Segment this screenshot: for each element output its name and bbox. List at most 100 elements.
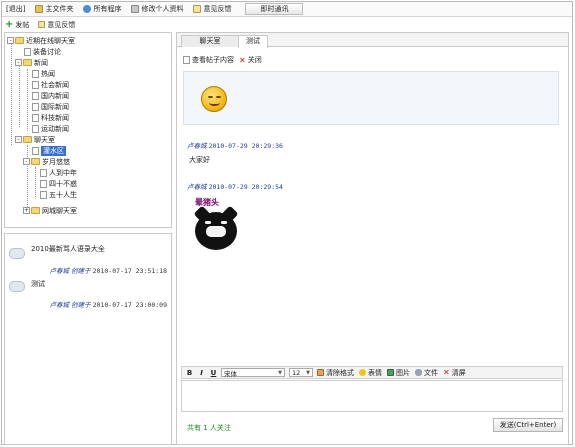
app-window: [退出] 主文件夹 所有程序 修改个人资料 意见反馈 即时通讯 + 发帖 意见反馈… bbox=[1, 1, 573, 445]
expand-icon[interactable]: + bbox=[23, 207, 30, 214]
size-select[interactable]: 12 ▼ bbox=[289, 368, 313, 377]
main-folder-button[interactable]: 主文件夹 bbox=[31, 3, 77, 16]
top-menu-bar: [退出] 主文件夹 所有程序 修改个人资料 意见反馈 即时通讯 bbox=[2, 2, 572, 17]
tree-item-chatroom-0[interactable]: 灌水区 bbox=[32, 145, 66, 156]
collapse-icon[interactable]: - bbox=[15, 59, 22, 66]
post-author[interactable]: 卢春城 bbox=[49, 301, 69, 309]
tab-test[interactable]: 测试 bbox=[238, 35, 268, 48]
main-folder-label: 主文件夹 bbox=[45, 5, 74, 13]
message-header: 卢春城 2010-07-29 20:29:36 bbox=[187, 140, 283, 150]
message-date: 2010-07-29 20:29:54 bbox=[208, 183, 283, 191]
tree-item-news[interactable]: - 新闻 bbox=[15, 57, 48, 68]
clear-format-button[interactable]: 清除格式 bbox=[317, 368, 354, 378]
post-date: 2010-07-17 23:51:18 bbox=[92, 267, 167, 275]
size-value: 12 bbox=[292, 368, 301, 377]
tab-label: 测试 bbox=[246, 37, 260, 45]
all-programs-label: 所有程序 bbox=[93, 5, 122, 13]
message-author[interactable]: 卢春城 bbox=[187, 142, 207, 150]
post-author[interactable]: 卢春城 bbox=[49, 267, 69, 275]
feedback-sub-button[interactable]: 意见反馈 bbox=[35, 20, 78, 30]
close-icon[interactable]: ✕ bbox=[239, 56, 246, 65]
file-label: 文件 bbox=[424, 368, 438, 377]
folder-icon bbox=[23, 136, 32, 143]
chat-panel: 聊天室 测试 查看帖子内容 ✕ 关闭 卢春城 2010-07-29 20:29:… bbox=[176, 32, 569, 445]
doc-icon bbox=[32, 124, 39, 133]
tree-label: 热闻 bbox=[41, 69, 55, 78]
speech-bubble-icon bbox=[9, 248, 25, 259]
tree-item-years-1[interactable]: 四十不惑 bbox=[40, 178, 77, 189]
pig-sticker-image: 晕猪头 bbox=[191, 197, 241, 253]
list-item[interactable]: 测试 卢春城 创建于 2010-07-17 23:00:09 bbox=[5, 275, 171, 317]
clear-screen-button[interactable]: ✕ 清屏 bbox=[443, 368, 466, 378]
tab-chatroom[interactable]: 聊天室 bbox=[181, 35, 239, 47]
post-label: 发帖 bbox=[15, 20, 30, 29]
tree-item-news-2[interactable]: 国内新闻 bbox=[32, 90, 69, 101]
tree-item-web-chat[interactable]: + 网城聊天室 bbox=[23, 205, 77, 216]
plus-icon: + bbox=[5, 18, 14, 30]
tree-item-n1[interactable]: 装备讨论 bbox=[24, 46, 61, 57]
doc-icon bbox=[32, 91, 39, 100]
tree-label: 新闻 bbox=[34, 58, 48, 67]
bold-button[interactable]: B bbox=[185, 369, 194, 377]
message-editor: B I U 宋体 ▼ 12 ▼ 清除格式 表情 图片 文件 ✕ 清屏 共有 1 人关注… bbox=[181, 366, 563, 444]
doc-icon bbox=[40, 168, 47, 177]
send-button[interactable]: 发送(Ctrl+Enter) bbox=[493, 418, 563, 432]
follow-count: 共有 1 人关注 bbox=[187, 424, 231, 432]
instant-chat-button[interactable]: 即时通讯 bbox=[245, 3, 304, 15]
italic-button[interactable]: I bbox=[197, 369, 206, 377]
underline-button[interactable]: U bbox=[209, 369, 218, 377]
font-select[interactable]: 宋体 ▼ bbox=[221, 368, 285, 378]
exit-link[interactable]: [退出] bbox=[2, 3, 29, 16]
image-button[interactable]: 图片 bbox=[387, 368, 410, 378]
image-label: 图片 bbox=[396, 368, 410, 377]
tree-label: 聊天室 bbox=[34, 135, 55, 144]
post-title[interactable]: 测试 bbox=[31, 279, 45, 289]
edit-profile-button[interactable]: 修改个人资料 bbox=[127, 3, 187, 16]
message-author[interactable]: 卢春城 bbox=[187, 183, 207, 191]
message-input[interactable] bbox=[181, 380, 563, 412]
feedback-button[interactable]: 意见反馈 bbox=[189, 3, 235, 16]
tree-item-years[interactable]: - 岁月悠悠 bbox=[23, 156, 70, 167]
tree-item-news-1[interactable]: 社会新闻 bbox=[32, 79, 69, 90]
tree-label: 网城聊天室 bbox=[42, 206, 77, 215]
file-button[interactable]: 文件 bbox=[415, 368, 438, 378]
collapse-icon[interactable]: - bbox=[15, 136, 22, 143]
message-date: 2010-07-29 20:29:36 bbox=[208, 142, 283, 150]
doc-icon bbox=[24, 47, 31, 56]
tree-label: 国内新闻 bbox=[41, 91, 69, 100]
all-programs-button[interactable]: 所有程序 bbox=[79, 3, 125, 16]
tree-label: 岁月悠悠 bbox=[42, 157, 70, 166]
folder-icon bbox=[23, 59, 32, 66]
post-action: 创建于 bbox=[71, 267, 91, 275]
tree-item-years-2[interactable]: 五十人生 bbox=[40, 189, 77, 200]
collapse-icon[interactable]: - bbox=[7, 37, 14, 44]
collapse-icon[interactable]: - bbox=[23, 158, 30, 165]
doc-icon bbox=[183, 56, 190, 64]
post-date: 2010-07-17 23:00:09 bbox=[92, 301, 167, 309]
smiley-icon bbox=[359, 369, 366, 376]
tree-item-news-4[interactable]: 科技新闻 bbox=[32, 112, 69, 123]
tree-root[interactable]: - 近期在线聊天室 bbox=[7, 35, 75, 46]
tree-item-news-0[interactable]: 热闻 bbox=[32, 68, 55, 79]
image-icon bbox=[387, 369, 394, 376]
chevron-down-icon: ▼ bbox=[306, 369, 310, 376]
feedback-sub-label: 意见反馈 bbox=[47, 20, 76, 29]
doc-icon bbox=[32, 113, 39, 122]
post-title[interactable]: 2010最新骂人语录大全 bbox=[31, 244, 105, 254]
tree-label: 人到中年 bbox=[49, 168, 77, 177]
doc-icon bbox=[32, 146, 39, 155]
emoji-button[interactable]: 表情 bbox=[359, 368, 382, 378]
globe-icon bbox=[83, 5, 92, 13]
post-button[interactable]: + 发帖 bbox=[2, 18, 32, 30]
doc-icon bbox=[32, 69, 39, 78]
gear-icon bbox=[131, 5, 140, 13]
tree-item-news-3[interactable]: 国际新闻 bbox=[32, 101, 69, 112]
tree-label: 社会新闻 bbox=[41, 80, 69, 89]
tree-item-chatroom[interactable]: - 聊天室 bbox=[15, 134, 55, 145]
post-toolbar: 查看帖子内容 ✕ 关闭 bbox=[183, 55, 262, 65]
close-button[interactable]: 关闭 bbox=[248, 55, 262, 65]
tree-item-news-5[interactable]: 运动新闻 bbox=[32, 123, 69, 134]
tree-item-years-0[interactable]: 人到中年 bbox=[40, 167, 77, 178]
edit-profile-label: 修改个人资料 bbox=[141, 5, 184, 13]
view-content-button[interactable]: 查看帖子内容 bbox=[192, 55, 234, 65]
